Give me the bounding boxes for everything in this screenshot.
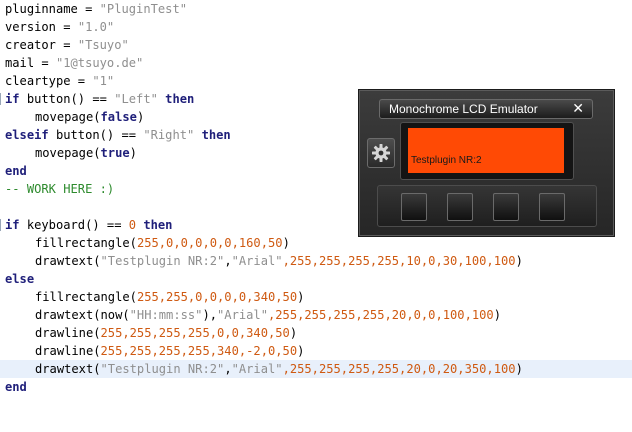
operator: = <box>70 74 93 88</box>
code-line[interactable]: drawline(255,255,255,255,0,0,340,50) <box>0 324 632 342</box>
code-line[interactable]: cleartype = "1" <box>0 72 632 90</box>
function-call: movepage( <box>35 110 101 124</box>
function-call: fillrectangle( <box>35 236 137 250</box>
arguments: 255,255,0,0,0,0,340,50 <box>136 290 298 304</box>
keyword: end <box>5 164 27 178</box>
paren: ) <box>297 344 305 358</box>
keyword: then <box>136 218 173 232</box>
function-call: drawtext(now( <box>35 308 130 322</box>
identifier: version <box>5 20 56 34</box>
code-line[interactable]: drawline(255,255,255,255,340,-2,0,50) <box>0 342 632 360</box>
string-literal: "Left" <box>114 92 158 106</box>
expression: button() == <box>19 92 115 106</box>
paren: ) <box>515 254 523 268</box>
keyword: false <box>100 110 137 124</box>
string-literal: "1@tsuyo.de" <box>55 56 144 70</box>
function-call: drawtext( <box>35 254 101 268</box>
identifier: mail <box>5 56 35 70</box>
keyword: if <box>5 218 20 232</box>
arguments: ,255,255,255,255,20,0,20,350,100 <box>282 362 516 376</box>
string-literal: "PluginTest" <box>99 2 188 16</box>
keyword: then <box>194 128 231 142</box>
code-line[interactable]: pluginname = "PluginTest" <box>0 0 632 18</box>
paren: ) <box>493 308 501 322</box>
paren: ) <box>297 290 305 304</box>
keyword: else <box>5 272 35 286</box>
keyword: elseif <box>5 128 49 142</box>
code-line[interactable]: drawtext(now("HH:mm:ss"),"Arial",255,255… <box>0 306 632 324</box>
lcd-button-bar <box>377 185 597 227</box>
string-literal: "Testplugin NR:2" <box>100 254 225 268</box>
string-literal: "Testplugin NR:2" <box>100 362 225 376</box>
code-line[interactable]: drawtext("Testplugin NR:2","Arial",255,2… <box>0 252 632 270</box>
paren: ) <box>136 110 145 124</box>
paren: ) <box>282 236 290 250</box>
function-call: fillrectangle( <box>35 290 137 304</box>
operator: = <box>55 38 78 52</box>
number-literal: 0 <box>128 218 137 232</box>
string-literal: "Arial" <box>231 254 283 268</box>
function-call: drawline( <box>35 326 101 340</box>
operator: = <box>34 56 56 70</box>
keyword: true <box>100 146 130 160</box>
paren: ), <box>202 308 218 322</box>
arguments: ,255,255,255,255,20,0,0,100,100 <box>268 308 494 322</box>
close-icon[interactable]: ✕ <box>572 100 584 117</box>
paren: ) <box>129 146 137 160</box>
string-literal: "Arial" <box>231 362 283 376</box>
operator: = <box>55 20 78 34</box>
expression: button() == <box>48 128 144 142</box>
code-line[interactable]: end <box>0 378 632 396</box>
function-call: drawline( <box>35 344 101 358</box>
identifier: creator <box>5 38 56 52</box>
string-literal: "Arial" <box>217 308 268 322</box>
keyword: end <box>5 380 27 394</box>
arguments: 255,255,255,255,340,-2,0,50 <box>100 344 298 358</box>
lcd-screen-frame: Testplugin NR:2 <box>400 122 574 180</box>
operator: = <box>77 2 100 16</box>
lcd-display-text: Testplugin NR:2 <box>411 155 482 166</box>
string-literal: "Tsuyo" <box>77 38 129 52</box>
comment: -- WORK HERE :) <box>5 182 115 196</box>
paren: ) <box>289 326 298 340</box>
code-line[interactable]: creator = "Tsuyo" <box>0 36 632 54</box>
comma: , <box>224 254 232 268</box>
lcd-button-1[interactable] <box>401 193 427 221</box>
string-literal: "1.0" <box>77 20 115 34</box>
code-line[interactable]: version = "1.0" <box>0 18 632 36</box>
keyword: then <box>157 92 195 106</box>
lcd-button-3[interactable] <box>493 193 519 221</box>
string-literal: "1" <box>92 74 115 88</box>
lcd-window-title: Monochrome LCD Emulator <box>389 102 538 116</box>
lcd-title-bar[interactable]: Monochrome LCD Emulator ✕ <box>379 99 593 119</box>
string-literal: "Right" <box>143 128 195 142</box>
paren: ) <box>515 362 523 376</box>
arguments: ,255,255,255,255,10,0,30,100,100 <box>282 254 516 268</box>
gear-icon <box>372 144 390 162</box>
lcd-button-4[interactable] <box>539 193 565 221</box>
settings-button[interactable] <box>367 138 395 168</box>
keyword: if <box>5 92 20 106</box>
comma: , <box>224 362 232 376</box>
lcd-display: Testplugin NR:2 <box>408 128 564 173</box>
expression: keyboard() == <box>19 218 129 232</box>
function-call: drawtext( <box>35 362 101 376</box>
string-literal: "HH:mm:ss" <box>129 308 203 322</box>
function-call: movepage( <box>35 146 101 160</box>
lcd-emulator-window[interactable]: Monochrome LCD Emulator ✕ Testplugin NR:… <box>358 89 615 237</box>
code-line[interactable]: fillrectangle(255,255,0,0,0,0,340,50) <box>0 288 632 306</box>
arguments: 255,255,255,255,0,0,340,50 <box>100 326 290 340</box>
code-line-current[interactable]: drawtext("Testplugin NR:2","Arial",255,2… <box>0 360 632 378</box>
code-line[interactable]: else <box>0 270 632 288</box>
lcd-button-2[interactable] <box>447 193 473 221</box>
arguments: 255,0,0,0,0,0,160,50 <box>136 236 283 250</box>
identifier: cleartype <box>5 74 71 88</box>
identifier: pluginname <box>5 2 78 16</box>
code-line[interactable]: mail = "1@tsuyo.de" <box>0 54 632 72</box>
